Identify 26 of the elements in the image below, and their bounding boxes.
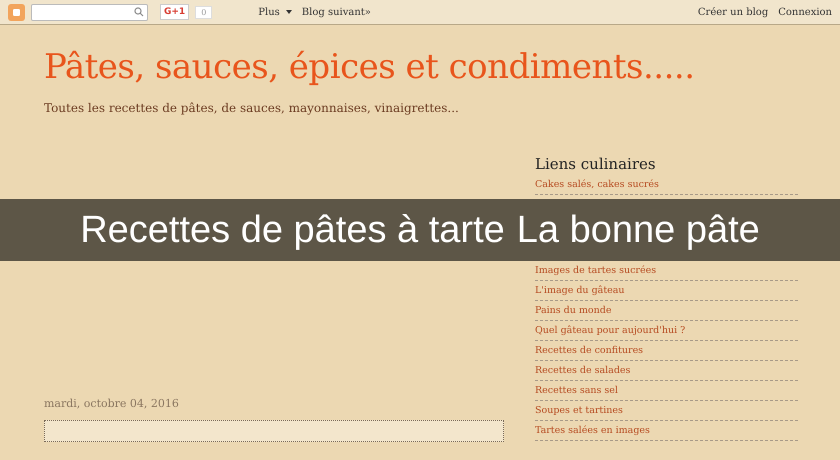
plus-one-button[interactable]: G+1: [160, 4, 190, 20]
post-date: mardi, octobre 04, 2016: [44, 397, 180, 410]
sidebar-link[interactable]: Quel gâteau pour aujourd'hui ?: [535, 325, 686, 336]
search-field[interactable]: [31, 4, 148, 20]
login-link[interactable]: Connexion: [778, 6, 832, 18]
sidebar-link[interactable]: Soupes et tartines: [535, 405, 623, 416]
blog-logo-icon[interactable]: [8, 4, 25, 20]
sidebar-link[interactable]: Cakes salés, cakes sucrés: [535, 179, 659, 190]
sidebar-heading: Liens culinaires: [535, 155, 657, 173]
sidebar-link[interactable]: L'image du gâteau: [535, 285, 625, 296]
sidebar-link[interactable]: Recettes de confitures: [535, 345, 644, 356]
blog-title: Pâtes, sauces, épices et condiments.....: [44, 47, 696, 87]
caret-icon[interactable]: [286, 10, 292, 14]
create-blog-link[interactable]: Créer un blog: [698, 6, 768, 18]
sidebar-link[interactable]: Images de tartes sucrées: [535, 265, 656, 276]
more-menu-link[interactable]: Plus: [258, 6, 280, 18]
next-blog-link[interactable]: Blog suivant»: [302, 6, 371, 18]
sidebar-link[interactable]: Recettes de salades: [535, 365, 630, 376]
plus-one-count: 0: [195, 6, 212, 18]
blog-description: Toutes les recettes de pâtes, de sauces, mayonnaises, vinaigrettes...: [44, 101, 460, 115]
sidebar-link[interactable]: Pains du monde: [535, 305, 612, 316]
sidebar-link[interactable]: Recettes sans sel: [535, 385, 618, 396]
banner-title: Recettes de pâtes à tarte: [80, 208, 505, 252]
banner-subtitle: La bonne pâte: [516, 208, 760, 252]
search-icon[interactable]: [134, 7, 144, 17]
sidebar-link[interactable]: Tartes salées en images: [535, 425, 650, 436]
